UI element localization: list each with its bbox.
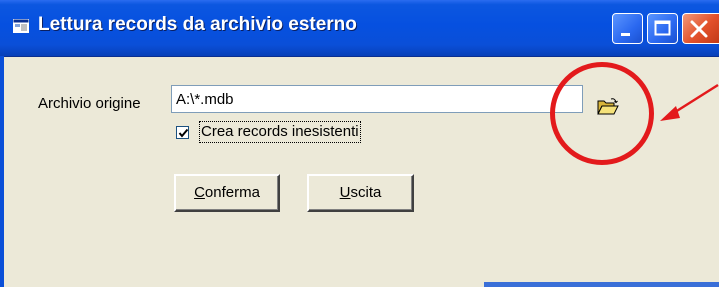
uscita-label-rest: scita (350, 184, 382, 201)
conferma-accel-key: C (194, 184, 205, 201)
uscita-accel-key: U (339, 184, 351, 201)
annotation-highlight-circle (550, 62, 654, 165)
maximize-button[interactable] (647, 13, 678, 44)
app-window-icon (13, 19, 29, 33)
title-bar[interactable]: Lettura records da archivio esterno (0, 0, 719, 57)
maximize-icon (654, 20, 671, 36)
conferma-label-rest: onferma (204, 184, 260, 201)
window-title: Lettura records da archivio esterno (38, 14, 357, 35)
minimize-button[interactable] (612, 13, 643, 44)
conferma-button[interactable]: Conferma (174, 174, 280, 212)
archivio-origine-label: Archivio origine (38, 95, 141, 112)
close-button[interactable] (682, 13, 719, 44)
dialog-window: Lettura records da archivio esterno Arch… (0, 0, 719, 287)
crea-records-label[interactable]: Crea records inesistenti (199, 121, 361, 143)
minimize-icon (621, 33, 630, 36)
background-window-strip (484, 282, 719, 287)
archivio-origine-input[interactable] (171, 85, 583, 113)
uscita-button[interactable]: Uscita (307, 174, 414, 212)
checkmark-icon (178, 128, 189, 138)
close-icon (690, 20, 708, 38)
crea-records-checkbox[interactable] (176, 126, 189, 139)
